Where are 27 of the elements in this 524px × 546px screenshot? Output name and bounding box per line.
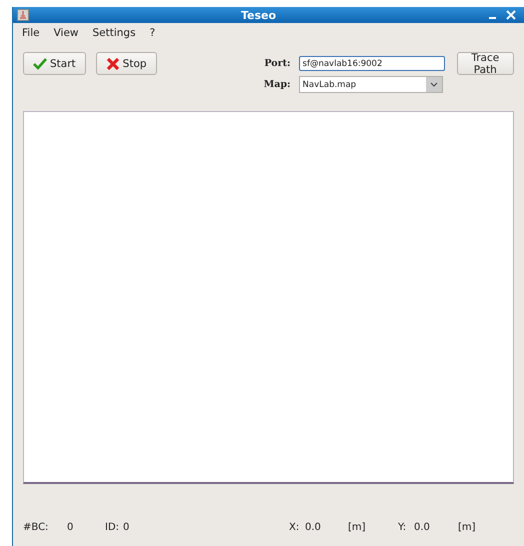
map-label: Map: <box>262 79 291 90</box>
app-icon <box>17 9 29 21</box>
trace-path-button[interactable]: Trace Path <box>456 52 514 75</box>
menu-item[interactable]: Settings <box>92 27 136 39</box>
y-unit: [m] <box>458 522 476 533</box>
checkmark-icon <box>33 58 47 70</box>
menu-item[interactable]: File <box>22 27 40 39</box>
y-value: 0.0 <box>414 522 431 533</box>
id-label: ID: <box>105 522 120 533</box>
port-field[interactable]: sf@navlab16:9002 <box>298 56 445 71</box>
port-label: Port: <box>263 58 291 69</box>
chevron-down-icon <box>426 77 442 92</box>
bc-value: 0 <box>67 522 74 533</box>
x-value: 0.0 <box>305 522 322 533</box>
window-title: Teseo <box>240 8 278 22</box>
menu-item[interactable]: View <box>54 27 78 39</box>
x-unit: [m] <box>348 522 367 533</box>
map-dropdown[interactable]: NavLab.map <box>298 76 443 93</box>
close-icon[interactable] <box>506 10 516 20</box>
start-button[interactable]: Start <box>23 52 86 75</box>
bc-label: #BC: <box>23 522 50 533</box>
cross-icon <box>106 56 120 70</box>
id-value: 0 <box>123 522 130 533</box>
y-label: Y: <box>398 522 408 533</box>
x-label: X: <box>289 522 300 533</box>
menu-item[interactable]: ? <box>150 27 156 39</box>
stop-button[interactable]: Stop <box>96 52 157 75</box>
